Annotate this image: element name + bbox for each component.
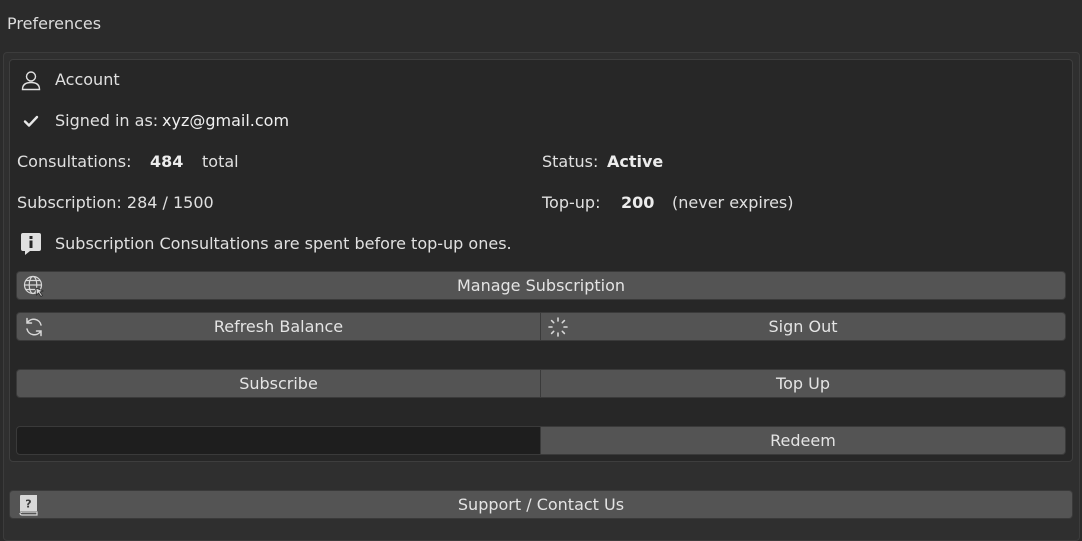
support-contact-button[interactable]: ? Support / Contact Us	[9, 490, 1073, 519]
info-icon	[19, 232, 43, 256]
redeem-label: Redeem	[770, 431, 836, 450]
checkmark-icon	[19, 109, 43, 133]
manage-subscription-label: Manage Subscription	[456, 276, 626, 295]
top-up-label: Top Up	[776, 374, 830, 393]
consultations-suffix: total	[202, 152, 239, 171]
refresh-balance-button[interactable]: Refresh Balance	[16, 312, 541, 341]
redeem-code-input[interactable]	[16, 426, 541, 455]
account-email: xyz@gmail.com	[162, 111, 290, 130]
status-label: Status:	[542, 152, 599, 171]
subscribe-button[interactable]: Subscribe	[16, 369, 541, 398]
status-value: Active	[607, 152, 664, 171]
globe-cursor-icon	[23, 275, 45, 298]
sign-out-label: Sign Out	[768, 317, 838, 336]
refresh-balance-label: Refresh Balance	[213, 317, 344, 336]
account-heading: Account	[55, 70, 120, 89]
topup-suffix: (never expires)	[672, 193, 794, 212]
svg-text:?: ?	[25, 498, 31, 511]
topup-value: 200	[621, 193, 655, 212]
sign-out-button[interactable]: Sign Out	[540, 312, 1066, 341]
user-icon	[19, 68, 43, 92]
manage-subscription-button[interactable]: Manage Subscription	[16, 271, 1066, 300]
loading-spinner-icon	[547, 316, 569, 338]
info-text: Subscription Consultations are spent bef…	[55, 234, 512, 253]
help-book-icon: ?	[18, 494, 40, 516]
topup-label: Top-up:	[542, 193, 601, 212]
consultations-label: Consultations:	[17, 152, 132, 171]
top-up-button[interactable]: Top Up	[540, 369, 1066, 398]
consultations-value: 484	[150, 152, 184, 171]
refresh-icon	[23, 316, 45, 338]
window-title: Preferences	[7, 14, 102, 33]
signed-in-label: Signed in as:	[55, 111, 159, 130]
subscription-usage: Subscription: 284 / 1500	[17, 193, 214, 212]
subscribe-label: Subscribe	[239, 374, 318, 393]
redeem-button[interactable]: Redeem	[540, 426, 1066, 455]
support-contact-label: Support / Contact Us	[457, 495, 625, 514]
